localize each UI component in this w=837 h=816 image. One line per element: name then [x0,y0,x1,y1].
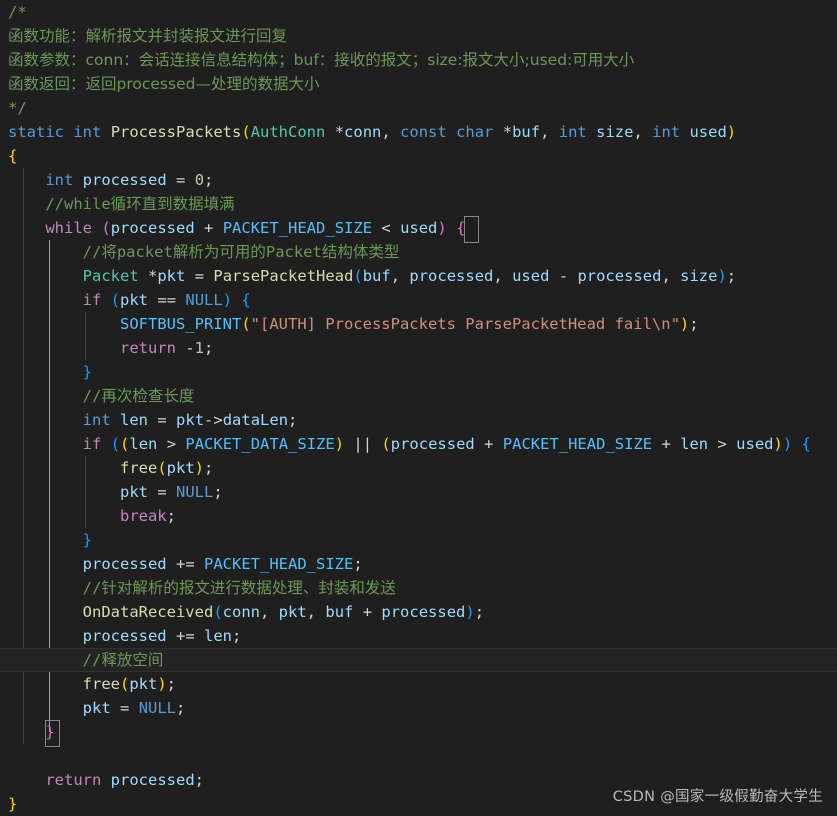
code-line[interactable]: //while循环直到数据填满 [0,192,837,216]
code-line[interactable]: int processed = 0; [0,168,837,192]
code-line[interactable]: //再次检查长度 [0,384,837,408]
code-line[interactable]: pkt = NULL; [0,480,837,504]
code-line[interactable]: 函数返回：返回processed—处理的数据大小 [0,72,837,96]
code-line[interactable] [0,744,837,768]
code-line[interactable]: } [0,360,837,384]
code-line[interactable]: } [0,720,837,744]
code-line[interactable]: if (pkt == NULL) { [0,288,837,312]
code-content[interactable]: /* 函数功能：解析报文并封装报文进行回复 函数参数：conn：会话连接信息结构… [0,0,837,816]
code-line[interactable]: 函数功能：解析报文并封装报文进行回复 [0,24,837,48]
code-line[interactable]: */ [0,96,837,120]
code-line[interactable]: free(pkt); [0,456,837,480]
code-line[interactable]: /* [0,0,837,24]
code-line[interactable]: static int ProcessPackets(AuthConn *conn… [0,120,837,144]
code-line[interactable]: pkt = NULL; [0,696,837,720]
code-editor[interactable]: /* 函数功能：解析报文并封装报文进行回复 函数参数：conn：会话连接信息结构… [0,0,837,816]
code-line[interactable]: while (processed + PACKET_HEAD_SIZE < us… [0,216,837,240]
code-line[interactable]: //针对解析的报文进行数据处理、封装和发送 [0,576,837,600]
code-line-current[interactable]: //释放空间 [0,648,837,672]
code-line[interactable]: } [0,528,837,552]
code-line[interactable]: OnDataReceived(conn, pkt, buf + processe… [0,600,837,624]
code-line[interactable]: //将packet解析为可用的Packet结构体类型 [0,240,837,264]
csdn-watermark: CSDN @国家一级假勤奋大学生 [612,789,823,805]
code-line[interactable]: processed += PACKET_HEAD_SIZE; [0,552,837,576]
code-line[interactable]: int len = pkt->dataLen; [0,408,837,432]
code-line[interactable]: Packet *pkt = ParsePacketHead(buf, proce… [0,264,837,288]
code-line[interactable]: return -1; [0,336,837,360]
code-line[interactable]: SOFTBUS_PRINT("[AUTH] ProcessPackets Par… [0,312,837,336]
code-line[interactable]: 函数参数：conn：会话连接信息结构体；buf：接收的报文；size:报文大小;… [0,48,837,72]
code-line[interactable]: free(pkt); [0,672,837,696]
code-line[interactable]: break; [0,504,837,528]
code-line[interactable]: { [0,144,837,168]
code-line[interactable]: processed += len; [0,624,837,648]
code-line[interactable]: if ((len > PACKET_DATA_SIZE) || (process… [0,432,837,456]
